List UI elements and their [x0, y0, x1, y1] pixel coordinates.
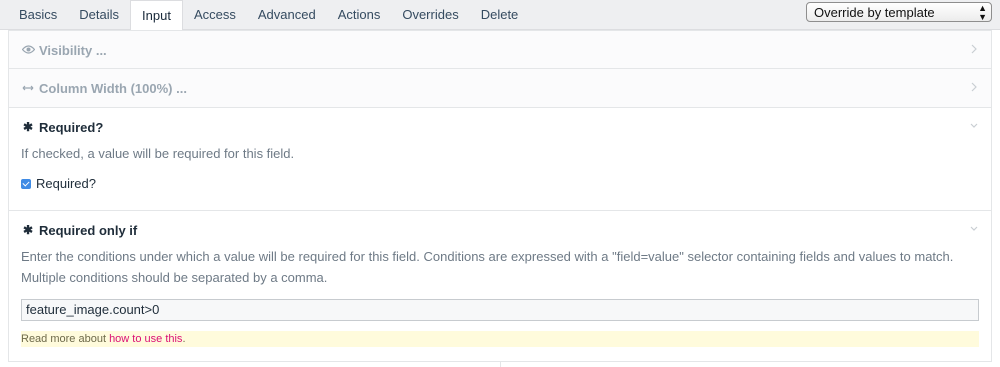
required-checkbox-label[interactable]: Required?: [36, 176, 96, 191]
required-if-header[interactable]: ✱ Required only if: [9, 211, 991, 249]
required-if-description: Enter the conditions under which a value…: [21, 249, 954, 285]
tab-basics[interactable]: Basics: [8, 0, 68, 30]
template-select[interactable]: Override by template ▲ ▼: [806, 2, 992, 22]
asterisk-icon: ✱: [22, 223, 34, 237]
help-note-prefix: Read more about: [21, 333, 110, 345]
column-width-panel: Column Width (100%) ...: [8, 68, 992, 108]
required-panel: ✱ Required? If checked, a value will be …: [8, 107, 992, 211]
eye-icon: [21, 43, 35, 57]
required-title: Required?: [39, 119, 104, 135]
select-arrows-icon: ▲ ▼: [978, 3, 987, 22]
tab-advanced[interactable]: Advanced: [247, 0, 327, 30]
arrows-horizontal-icon: [21, 81, 35, 95]
tabs: Basics Details Input Access Advanced Act…: [8, 0, 530, 31]
column-width-header[interactable]: Column Width (100%) ...: [9, 69, 991, 107]
required-header[interactable]: ✱ Required?: [9, 108, 991, 146]
help-note-suffix: .: [182, 333, 186, 345]
visibility-panel: Visibility ...: [8, 30, 992, 69]
next-row-edge: [8, 361, 992, 367]
template-select-value: Override by template: [814, 5, 935, 20]
chevron-right-icon: [971, 82, 977, 92]
required-checkbox[interactable]: [21, 178, 31, 189]
visibility-title: Visibility ...: [39, 42, 107, 58]
column-width-title: Column Width (100%) ...: [39, 80, 187, 96]
required-if-input[interactable]: feature_image.count>0: [21, 299, 979, 321]
tab-details[interactable]: Details: [68, 0, 130, 30]
required-checkbox-row: Required?: [9, 176, 991, 191]
required-if-panel: ✱ Required only if Enter the conditions …: [8, 210, 992, 362]
divider: [500, 362, 501, 367]
chevron-down-icon: [970, 123, 978, 128]
required-description: If checked, a value will be required for…: [21, 146, 295, 161]
tab-actions[interactable]: Actions: [327, 0, 392, 30]
tab-overrides[interactable]: Overrides: [391, 0, 469, 30]
required-if-title: Required only if: [39, 222, 138, 238]
tab-input[interactable]: Input: [130, 0, 183, 31]
chevron-down-icon: [970, 226, 978, 231]
help-link[interactable]: how to use this: [109, 333, 182, 345]
tab-access[interactable]: Access: [183, 0, 247, 30]
visibility-header[interactable]: Visibility ...: [9, 31, 991, 69]
tab-bar: Basics Details Input Access Advanced Act…: [0, 0, 1000, 31]
asterisk-icon: ✱: [22, 120, 34, 134]
chevron-right-icon: [971, 44, 977, 54]
help-note: Read more about how to use this.: [21, 331, 979, 347]
tab-delete[interactable]: Delete: [470, 0, 530, 30]
